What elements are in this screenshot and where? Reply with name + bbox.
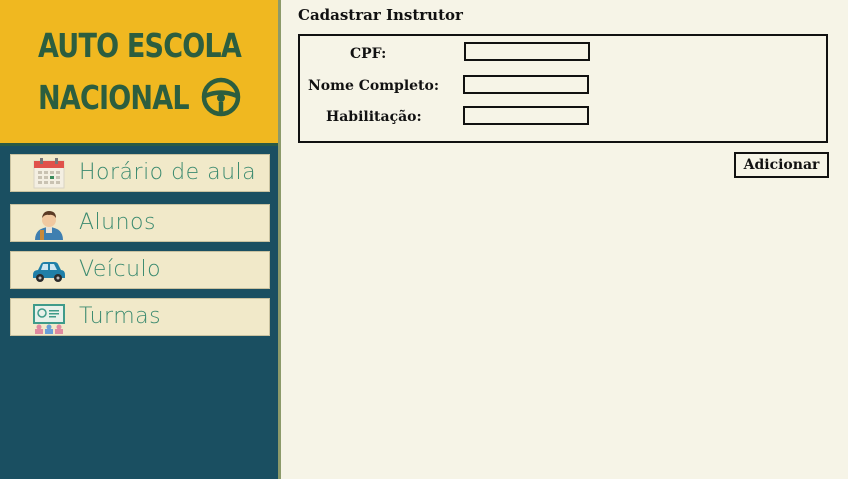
nome-completo-field[interactable]: [463, 75, 589, 94]
sidebar-item-label: Horário de aula: [79, 160, 257, 185]
sidebar-item-label: Alunos: [79, 210, 156, 235]
page-title: Cadastrar Instrutor: [298, 6, 463, 24]
car-icon: [33, 262, 65, 282]
instructor-form: CPF: Nome Completo: Habilitação:: [298, 34, 828, 143]
add-button[interactable]: Adicionar: [734, 152, 829, 178]
classroom-icon: [33, 304, 65, 334]
sidebar-item-label: Turmas: [79, 304, 162, 329]
habilitacao-label: Habilitação:: [326, 109, 422, 125]
student-icon: [35, 211, 63, 240]
sidebar: AUTO ESCOLA NACIONAL Horário de aula Alu…: [0, 0, 281, 479]
cpf-field[interactable]: [464, 42, 590, 61]
brand-line-2: NACIONAL: [38, 78, 190, 117]
sidebar-item-veiculo[interactable]: Veículo: [10, 251, 270, 289]
nome-completo-label: Nome Completo:: [308, 78, 440, 94]
sidebar-item-horario[interactable]: Horário de aula: [10, 154, 270, 192]
habilitacao-field[interactable]: [463, 106, 589, 125]
steering-wheel-icon: [201, 77, 241, 117]
brand-line-1: AUTO ESCOLA: [38, 26, 242, 65]
calendar-icon: [33, 158, 65, 189]
sidebar-item-turmas[interactable]: Turmas: [10, 298, 270, 336]
brand-logo: AUTO ESCOLA NACIONAL: [0, 0, 278, 146]
sidebar-item-alunos[interactable]: Alunos: [10, 204, 270, 242]
cpf-label: CPF:: [350, 46, 387, 62]
sidebar-item-label: Veículo: [79, 257, 162, 282]
